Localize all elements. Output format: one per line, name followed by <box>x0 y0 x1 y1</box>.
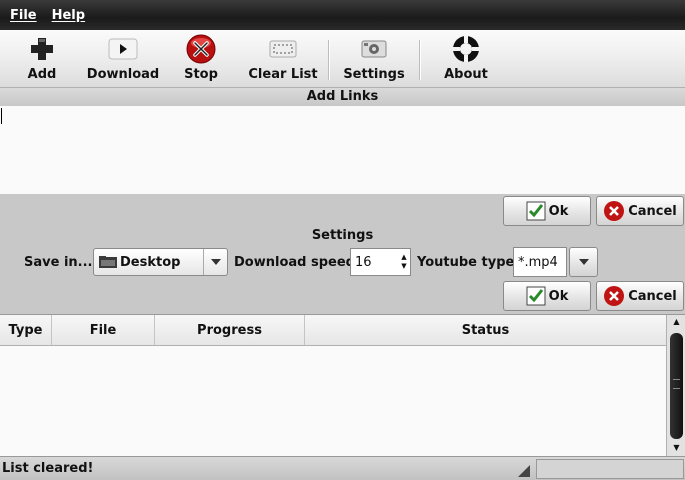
stop-label: Stop <box>184 67 218 82</box>
download-speed-label: Download speed: <box>234 255 361 270</box>
menu-help[interactable]: Help <box>52 8 85 23</box>
download-list[interactable]: Type File Progress Status ▲ ▼ <box>0 314 685 457</box>
ok-label: Ok <box>548 203 569 219</box>
links-cancel-button[interactable]: Cancel <box>596 196 684 226</box>
clear-list-button[interactable]: Clear List <box>248 34 318 86</box>
column-type[interactable]: Type <box>0 315 52 345</box>
youtube-type-value[interactable]: *.mp4 <box>513 247 567 277</box>
scroll-up-icon[interactable]: ▲ <box>667 317 685 326</box>
about-button[interactable]: About <box>444 34 488 86</box>
stop-button[interactable]: Stop <box>184 34 218 86</box>
save-in-label: Save in... <box>24 255 93 270</box>
scroll-down-icon[interactable]: ▼ <box>667 443 685 452</box>
spin-up-icon[interactable]: ▲ <box>401 253 406 262</box>
column-progress[interactable]: Progress <box>155 315 305 345</box>
scrollbar-grip <box>673 379 680 389</box>
settings-title: Settings <box>311 228 374 243</box>
status-progress-bar <box>536 459 684 479</box>
settings-label: Settings <box>343 67 405 82</box>
toolbar: Add Download Stop Clear List Settings Ab… <box>0 30 685 88</box>
text-caret <box>1 108 2 124</box>
add-button[interactable]: Add <box>26 34 58 86</box>
cancel-label: Cancel <box>628 203 677 219</box>
plus-icon <box>26 34 58 64</box>
checkmark-icon <box>526 286 546 306</box>
links-input[interactable] <box>0 106 685 194</box>
add-links-title: Add Links <box>0 88 685 106</box>
links-ok-button[interactable]: Ok <box>503 196 591 226</box>
ok-label: Ok <box>548 288 569 304</box>
clear-list-label: Clear List <box>248 67 318 82</box>
cancel-icon <box>603 200 625 222</box>
menu-bar: File Help <box>0 0 685 30</box>
status-bar: List cleared! <box>0 456 685 480</box>
save-in-value: Desktop <box>120 254 181 270</box>
settings-button[interactable]: Settings <box>343 34 405 86</box>
save-in-select[interactable]: Desktop <box>93 248 228 276</box>
toolbar-separator <box>328 40 329 80</box>
gear-icon <box>358 34 390 64</box>
download-label: Download <box>86 67 160 82</box>
column-status[interactable]: Status <box>305 315 666 345</box>
chevron-down-icon <box>578 259 589 265</box>
lifebuoy-icon <box>450 34 482 64</box>
checkmark-icon <box>526 201 546 221</box>
add-label: Add <box>27 67 57 82</box>
menu-file[interactable]: File <box>10 8 37 23</box>
youtube-type-label: Youtube type <box>417 255 515 270</box>
settings-cancel-button[interactable]: Cancel <box>596 281 684 311</box>
table-header: Type File Progress Status <box>0 315 666 346</box>
stop-icon <box>185 34 217 64</box>
clear-list-icon <box>267 34 299 64</box>
chevron-down-icon <box>203 249 227 275</box>
vertical-scrollbar[interactable]: ▲ ▼ <box>666 315 685 457</box>
status-text: List cleared! <box>2 461 94 476</box>
youtube-type-dropdown[interactable] <box>569 247 598 277</box>
cancel-icon <box>603 285 625 307</box>
play-icon <box>107 34 139 64</box>
download-speed-spinner[interactable]: 16 ▲ ▼ <box>350 248 411 276</box>
settings-ok-button[interactable]: Ok <box>503 281 591 311</box>
resize-grip-icon[interactable] <box>518 465 530 477</box>
about-label: About <box>444 67 488 82</box>
column-file[interactable]: File <box>52 315 155 345</box>
folder-icon <box>98 255 118 269</box>
download-speed-value: 16 <box>355 254 372 270</box>
download-button[interactable]: Download <box>87 34 159 86</box>
cancel-label: Cancel <box>628 288 677 304</box>
toolbar-separator <box>419 40 420 80</box>
spin-down-icon[interactable]: ▼ <box>401 262 406 271</box>
